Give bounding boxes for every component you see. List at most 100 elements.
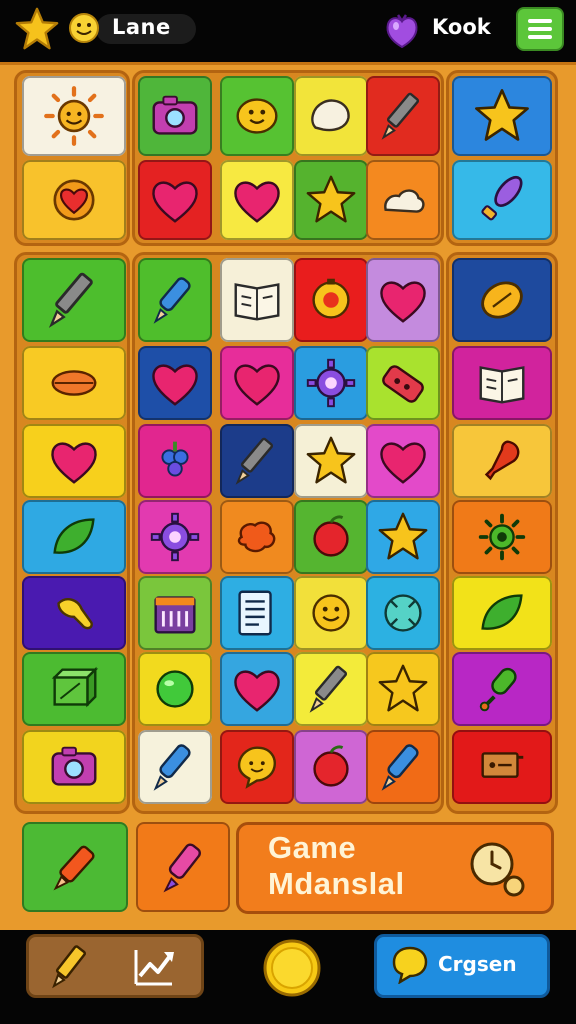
- heart-sun-icon: [53, 179, 95, 221]
- board-tile[interactable]: [22, 576, 126, 650]
- gear-icon: [306, 358, 356, 408]
- pencil-icon: [52, 945, 87, 989]
- board-tile[interactable]: [220, 576, 294, 650]
- star-icon: [475, 89, 529, 141]
- heart-icon: [152, 364, 198, 406]
- pencil-icon: [48, 272, 93, 328]
- gear-icon: [150, 512, 200, 562]
- board-tile[interactable]: [366, 346, 440, 420]
- board-tile[interactable]: [366, 652, 440, 726]
- board-tile[interactable]: [366, 258, 440, 342]
- board-tile[interactable]: [294, 346, 368, 420]
- face-icon: [312, 278, 350, 319]
- star-icon: [378, 664, 428, 712]
- board-tile[interactable]: [294, 730, 368, 804]
- board-tile[interactable]: [220, 160, 294, 240]
- board-tile[interactable]: [294, 258, 368, 342]
- board-tile[interactable]: [366, 730, 440, 804]
- board-tile[interactable]: [220, 500, 294, 574]
- board-tile[interactable]: [366, 576, 440, 650]
- heart-icon: [234, 670, 280, 712]
- chat-bubble-icon: [392, 946, 428, 984]
- heart-icon: [380, 281, 426, 323]
- star-icon: [306, 436, 356, 484]
- board-tile[interactable]: [220, 652, 294, 726]
- board-tile[interactable]: [452, 160, 552, 240]
- board-tile[interactable]: [452, 500, 552, 574]
- board-tile[interactable]: [22, 730, 126, 804]
- board-tile[interactable]: [294, 160, 368, 240]
- book-icon: [479, 366, 525, 404]
- board-tile[interactable]: [294, 500, 368, 574]
- board-tile[interactable]: [452, 258, 552, 342]
- microphone-icon: [479, 667, 517, 712]
- hand-icon: [57, 598, 93, 630]
- sun-icon: [44, 86, 104, 146]
- board-tile[interactable]: [220, 424, 294, 498]
- board-tile[interactable]: [294, 76, 368, 156]
- heart-icon: [234, 364, 280, 406]
- board-tile[interactable]: [22, 76, 126, 156]
- star-icon: [378, 512, 428, 560]
- book-icon: [234, 283, 280, 321]
- score-label: Kook: [432, 15, 491, 39]
- tile-bottom-left[interactable]: [22, 822, 128, 912]
- board-tile[interactable]: [366, 500, 440, 574]
- brush-icon: [481, 175, 523, 221]
- board-tile[interactable]: [366, 160, 440, 240]
- board-tile[interactable]: [294, 576, 368, 650]
- board-tile[interactable]: [138, 576, 212, 650]
- board-tile[interactable]: [452, 424, 552, 498]
- board-tile[interactable]: [22, 424, 126, 498]
- coin-button[interactable]: [262, 938, 322, 998]
- board-tile[interactable]: [138, 730, 212, 804]
- heart-icon: [51, 442, 97, 484]
- apple-icon: [313, 745, 349, 787]
- board-tile[interactable]: [22, 258, 126, 342]
- apple-icon: [313, 515, 349, 557]
- board-tile[interactable]: [22, 652, 126, 726]
- clock-icon: [470, 842, 525, 897]
- board-tile[interactable]: [366, 76, 440, 156]
- board-tile[interactable]: [452, 76, 552, 156]
- sun-gear-icon: [478, 513, 526, 561]
- board-tile[interactable]: [138, 500, 212, 574]
- board-tile[interactable]: [138, 160, 212, 240]
- board-tile[interactable]: [220, 258, 294, 342]
- tile-bottom-glue[interactable]: [136, 822, 230, 912]
- grape-icon: [161, 441, 189, 477]
- marker-icon: [153, 277, 191, 324]
- star-icon: [306, 175, 356, 223]
- board-tile[interactable]: [452, 346, 552, 420]
- board-tile[interactable]: [452, 730, 552, 804]
- board-tile[interactable]: [366, 424, 440, 498]
- board-tile[interactable]: [22, 346, 126, 420]
- menu-icon-line: [528, 19, 552, 23]
- board-tile[interactable]: [138, 258, 212, 342]
- board-tile[interactable]: [220, 346, 294, 420]
- board-tile[interactable]: [452, 576, 552, 650]
- pencil-icon: [235, 437, 274, 485]
- board-tile[interactable]: [138, 424, 212, 498]
- menu-button[interactable]: [516, 7, 564, 51]
- circle-icon: [156, 670, 194, 708]
- board-tile[interactable]: [294, 424, 368, 498]
- round-icon: [384, 594, 422, 632]
- board-tile[interactable]: [220, 730, 294, 804]
- marker-icon: [381, 744, 419, 791]
- pencil-icon: [309, 665, 348, 713]
- smiley-bubble-icon: [237, 746, 276, 789]
- leaf-icon: [481, 594, 523, 630]
- board-tile[interactable]: [138, 652, 212, 726]
- board-tile[interactable]: [294, 652, 368, 726]
- board-tile[interactable]: [220, 76, 294, 156]
- document-icon: [238, 590, 272, 636]
- sign-icon: [481, 752, 524, 778]
- board-tile[interactable]: [138, 76, 212, 156]
- battery-icon: [382, 365, 424, 403]
- board-tile[interactable]: [22, 500, 126, 574]
- board-tile[interactable]: [22, 160, 126, 240]
- cloud-bubble-icon: [384, 189, 425, 213]
- board-tile[interactable]: [452, 652, 552, 726]
- board-tile[interactable]: [138, 346, 212, 420]
